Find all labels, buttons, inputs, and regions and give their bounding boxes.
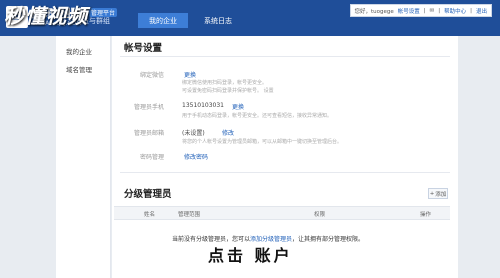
admin-email-edit-link[interactable]: 修改 bbox=[222, 128, 234, 137]
video-watermark: 秒懂视频 bbox=[4, 4, 88, 28]
sidebar-item-my-enterprise[interactable]: 我的企业 bbox=[66, 46, 92, 56]
admins-title: 分级管理员 bbox=[124, 189, 172, 200]
tab-system-log[interactable]: 系统日志 bbox=[190, 13, 246, 28]
wechat-hint-2: 可设置免密码扫码登录并保护帐号。 设置 bbox=[182, 88, 274, 94]
add-admin-label: 添加 bbox=[435, 191, 447, 198]
wechat-change-link[interactable]: 更换 bbox=[184, 70, 196, 79]
column-permissions: 权限 bbox=[314, 212, 326, 218]
wechat-hint-1: 绑定微信使用扫码登录，帐号更安全。 bbox=[182, 80, 268, 86]
sidebar: 我的企业 域名管理 bbox=[56, 36, 111, 278]
separator: | bbox=[438, 7, 441, 14]
separator: | bbox=[423, 7, 426, 14]
user-bar: 您好，tuogege 帐号设置 | ✉ | 帮助中心 | 退出 bbox=[349, 4, 492, 17]
empty-suffix: ，让其拥有部分管理权限。 bbox=[292, 236, 365, 243]
admins-table-header: 姓名 管理范围 权限 操作 bbox=[114, 206, 450, 220]
wechat-label: 绑定微信 bbox=[139, 72, 164, 79]
admin-phone-label: 管理员手机 bbox=[133, 104, 164, 111]
column-actions: 操作 bbox=[420, 212, 432, 218]
column-scope: 管理范围 bbox=[178, 212, 201, 218]
plus-icon: + bbox=[429, 190, 435, 197]
separator: | bbox=[470, 7, 472, 14]
account-settings-link[interactable]: 帐号设置 bbox=[398, 7, 420, 15]
account-settings-title: 帐号设置 bbox=[124, 43, 163, 54]
admin-email-value: (未设置) bbox=[182, 130, 205, 137]
admin-phone-change-link[interactable]: 更换 bbox=[232, 102, 244, 111]
admin-email-hint: 将您的个人帐号设置为管理员邮箱，可以从邮箱中一键切换至管理后台。 bbox=[182, 139, 343, 145]
password-label: 密码管理 bbox=[139, 154, 164, 161]
help-center-link[interactable]: 帮助中心 bbox=[444, 7, 466, 15]
column-name: 姓名 bbox=[144, 212, 156, 218]
video-caption: 点击 账户 bbox=[208, 246, 293, 265]
change-password-link[interactable]: 修改密码 bbox=[184, 152, 208, 161]
admin-phone-hint: 用于手机动态码登录，帐号更安全。还可查看短信，接收异常通知。 bbox=[182, 113, 333, 119]
mail-icon[interactable]: ✉ bbox=[430, 8, 435, 14]
divider bbox=[120, 56, 450, 57]
divider bbox=[120, 172, 450, 173]
admin-email-label: 管理员邮箱 bbox=[133, 130, 164, 137]
admin-phone-value: 13510103031 bbox=[182, 102, 224, 109]
logout-link[interactable]: 退出 bbox=[476, 7, 487, 15]
tab-my-enterprise[interactable]: 我的企业 bbox=[138, 13, 188, 28]
add-admin-button[interactable]: + 添加 bbox=[428, 188, 448, 199]
user-greeting: 您好，tuogege bbox=[354, 8, 394, 15]
sidebar-item-domain-management[interactable]: 域名管理 bbox=[66, 64, 92, 74]
